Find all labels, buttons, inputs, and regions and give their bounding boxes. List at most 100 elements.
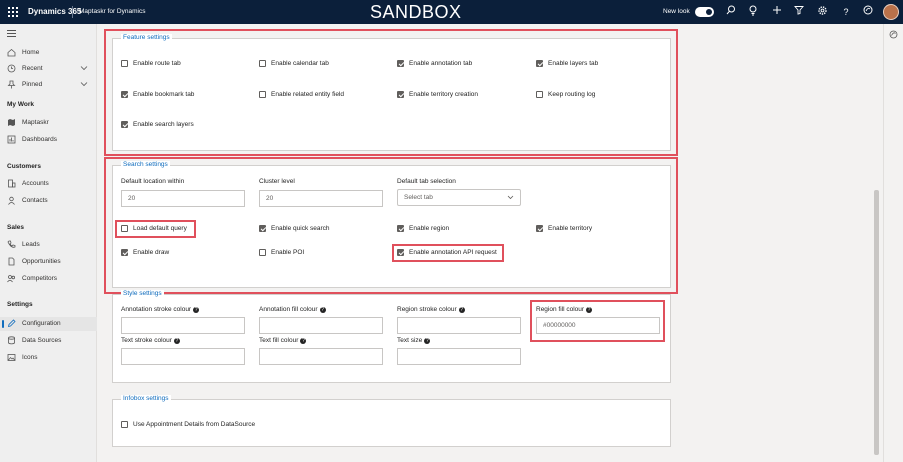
checkbox-label: Enable bookmark tab — [133, 91, 195, 98]
checkbox[interactable] — [536, 225, 543, 232]
sidebar-item-icons[interactable]: Icons — [0, 351, 97, 365]
default-location-label: Default location within — [121, 178, 185, 185]
checkbox-label: Keep routing log — [548, 91, 596, 98]
sidebar-item-label: Data Sources — [22, 337, 62, 344]
search-icon[interactable] — [724, 5, 738, 19]
checkbox[interactable] — [259, 91, 266, 98]
sidebar-item-recent[interactable]: Recent — [0, 62, 97, 76]
sidebar-item-leads[interactable]: Leads — [0, 238, 97, 252]
checkbox[interactable] — [397, 249, 404, 256]
sidebar-item-maptaskr[interactable]: Maptaskr — [0, 116, 97, 130]
region-stroke-input[interactable] — [397, 317, 521, 334]
sidebar-item-home[interactable]: Home — [0, 46, 97, 60]
sidebar-item-contacts[interactable]: Contacts — [0, 194, 97, 208]
text-stroke-input[interactable] — [121, 348, 245, 365]
new-look-toggle[interactable] — [695, 7, 714, 17]
image-icon — [7, 353, 16, 362]
help-icon[interactable]: ? — [458, 307, 465, 313]
avatar[interactable] — [883, 4, 899, 20]
field-value: 20 — [266, 195, 274, 202]
annotation-fill-input[interactable] — [259, 317, 383, 334]
checkbox[interactable] — [121, 60, 128, 67]
checkbox[interactable] — [121, 121, 128, 128]
checkbox[interactable] — [259, 60, 266, 67]
field-value: #00000000 — [543, 322, 576, 329]
checkbox[interactable] — [121, 249, 128, 256]
chevron-down-icon[interactable] — [80, 80, 88, 90]
default-location-input[interactable]: 20 — [121, 190, 245, 207]
module-name[interactable]: Maptaskr for Dynamics — [79, 8, 145, 15]
help-icon[interactable]: ? — [424, 338, 431, 344]
text-size-input[interactable] — [397, 348, 521, 365]
checkbox[interactable] — [397, 225, 404, 232]
app-name[interactable]: Dynamics 365 — [28, 7, 81, 16]
environment-label: SANDBOX — [370, 2, 462, 22]
label-text: Region stroke colour — [397, 306, 457, 313]
help-icon[interactable]: ? — [300, 338, 307, 344]
waffle-icon[interactable] — [8, 7, 18, 17]
label-text: Text stroke colour — [121, 337, 172, 344]
sidebar-item-dashboards[interactable]: Dashboards — [0, 133, 97, 147]
phone-icon — [7, 240, 16, 249]
checkbox-label: Enable related entity field — [271, 91, 344, 98]
checkbox[interactable] — [121, 91, 128, 98]
help-icon[interactable]: ? — [173, 338, 180, 344]
label-text: Text fill colour — [259, 337, 299, 344]
copilot-icon[interactable] — [861, 5, 875, 19]
lightbulb-icon[interactable] — [746, 5, 760, 19]
settings-icon[interactable] — [815, 5, 829, 19]
sidebar-item-label: Home — [22, 49, 40, 56]
checkbox-label: Enable quick search — [271, 225, 330, 232]
right-rail — [883, 24, 903, 462]
checkbox[interactable] — [536, 60, 543, 67]
help-icon[interactable]: ? — [193, 307, 200, 313]
main-content: Feature settings Enable route tab Enable… — [97, 24, 883, 462]
cluster-level-label: Cluster level — [259, 178, 295, 185]
map-icon — [7, 118, 16, 127]
sidebar-item-opportunities[interactable]: Opportunities — [0, 255, 97, 269]
sidebar-item-competitors[interactable]: Competitors — [0, 272, 97, 286]
help-icon[interactable]: ? — [839, 5, 853, 19]
sidebar-item-pinned[interactable]: Pinned — [0, 78, 97, 92]
checkbox-label: Enable annotation API request — [409, 249, 497, 256]
checkbox[interactable] — [397, 60, 404, 67]
checkbox[interactable] — [259, 249, 266, 256]
sidebar-group-heading: Customers — [7, 163, 41, 170]
help-icon[interactable]: ? — [319, 307, 326, 313]
filter-icon[interactable] — [792, 5, 806, 19]
vertical-scrollbar[interactable] — [874, 190, 879, 455]
default-tab-select[interactable]: Select tab — [397, 189, 521, 206]
checkbox[interactable] — [121, 421, 128, 428]
sidebar-group-heading: My Work — [7, 101, 34, 108]
pencil-icon — [7, 319, 16, 328]
region-fill-input[interactable]: #00000000 — [536, 317, 660, 334]
copilot-icon[interactable] — [889, 30, 898, 39]
field-value: Select tab — [404, 194, 433, 201]
annotation-stroke-input[interactable] — [121, 317, 245, 334]
help-icon[interactable]: ? — [586, 307, 593, 313]
sidebar-item-accounts[interactable]: Accounts — [0, 177, 97, 191]
people-icon — [7, 274, 16, 283]
checkbox-label: Enable draw — [133, 249, 170, 256]
text-size-label: Text size? — [397, 337, 431, 344]
chevron-down-icon[interactable] — [80, 64, 88, 74]
sidebar-item-data-sources[interactable]: Data Sources — [0, 334, 97, 348]
sidebar: Home Recent Pinned My Work Maptaskr Dash… — [0, 24, 97, 462]
text-stroke-label: Text stroke colour? — [121, 337, 180, 344]
sidebar-item-label: Accounts — [22, 180, 49, 187]
checkbox-label: Enable route tab — [133, 60, 181, 67]
sidebar-group-heading: Settings — [7, 301, 33, 308]
sidebar-item-configuration[interactable]: Configuration — [0, 317, 97, 331]
sidebar-group-heading: Sales — [7, 224, 24, 231]
checkbox[interactable] — [536, 91, 543, 98]
hamburger-menu-icon[interactable] — [7, 30, 16, 37]
checkbox[interactable] — [397, 91, 404, 98]
plus-icon[interactable] — [770, 5, 784, 19]
cluster-level-input[interactable]: 20 — [259, 190, 383, 207]
text-fill-input[interactable] — [259, 348, 383, 365]
checkbox[interactable] — [259, 225, 266, 232]
checkbox[interactable] — [121, 225, 128, 232]
dashboard-icon — [7, 135, 16, 144]
database-icon — [7, 336, 16, 345]
divider — [72, 6, 73, 18]
